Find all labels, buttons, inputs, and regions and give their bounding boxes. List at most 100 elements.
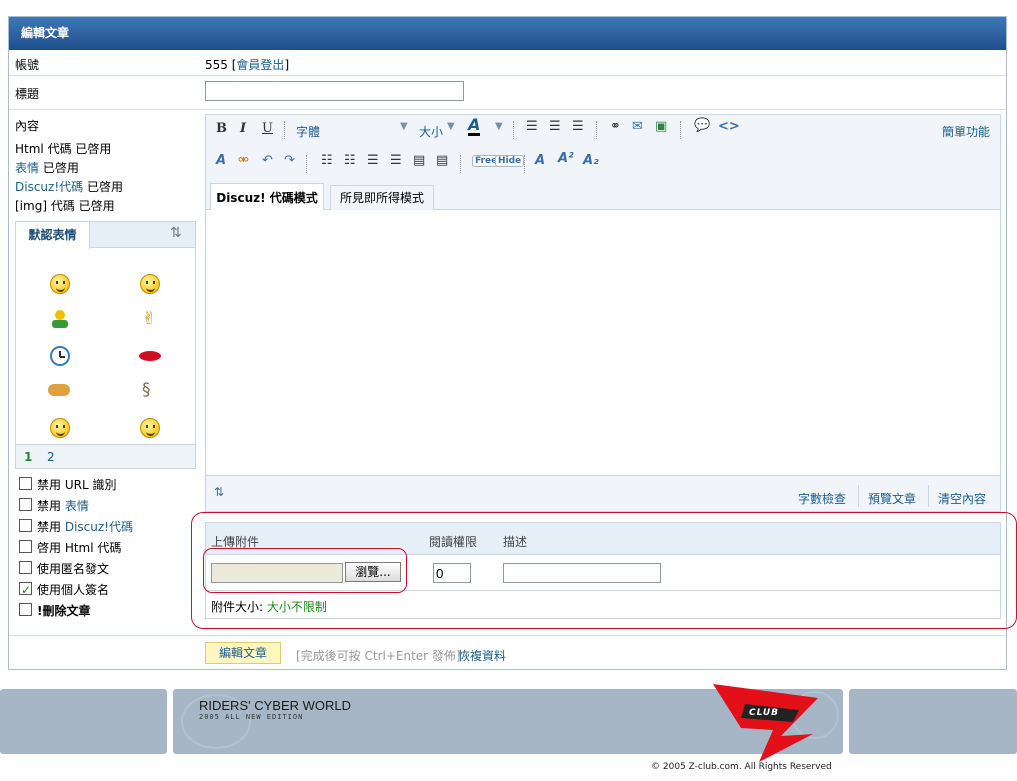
option-disable-smilies[interactable]: 禁用 表情	[19, 496, 133, 517]
checkbox[interactable]	[19, 477, 32, 490]
laugh-icon[interactable]	[140, 418, 160, 438]
victory-hand-icon[interactable]: ✌	[142, 309, 156, 329]
ordered-list-icon[interactable]: ☷	[321, 153, 333, 168]
option-enable-html[interactable]: 啓用 Html 代碼	[19, 538, 133, 559]
option-signature[interactable]: 使用個人簽名	[19, 580, 133, 601]
option-text: URL 識別	[61, 478, 117, 492]
remove-format-icon[interactable]: A	[216, 153, 226, 168]
person-icon[interactable]	[50, 310, 70, 330]
divider	[9, 635, 1006, 636]
logout-link[interactable]: 會員登出	[236, 58, 284, 72]
option-anonymous[interactable]: 使用匿名發文	[19, 559, 133, 580]
grin-icon[interactable]	[140, 274, 160, 294]
status-name-link[interactable]: Discuz!代碼	[15, 180, 83, 194]
checkbox[interactable]	[19, 519, 32, 532]
text-color-icon[interactable]: A	[468, 117, 481, 136]
hide-button[interactable]: Hide	[495, 155, 525, 167]
preview-link[interactable]: 預覽文章	[868, 490, 916, 507]
chevron-down-icon[interactable]: ▼	[495, 121, 503, 132]
separator	[596, 121, 597, 139]
image-icon[interactable]: ▣	[655, 119, 667, 134]
quote-icon[interactable]: 💬	[694, 118, 710, 133]
panel-title: 編輯文章	[9, 17, 1006, 50]
zclub-logo-graphic	[713, 684, 818, 762]
float-left-icon[interactable]: ▤	[413, 153, 425, 168]
status-name-link[interactable]: 表情	[15, 161, 39, 175]
simple-mode-link[interactable]: 簡單功能	[942, 123, 990, 140]
size-select[interactable]: 大小	[419, 123, 443, 140]
divider	[9, 109, 1006, 110]
code-icon[interactable]: <>	[718, 119, 740, 134]
link-icon[interactable]: ⚭	[610, 119, 621, 134]
page-current[interactable]: 1	[24, 450, 32, 464]
redo-icon[interactable]: ↷	[284, 153, 295, 168]
align-center-icon[interactable]: ☰	[549, 119, 561, 134]
superscript-icon[interactable]: A²	[558, 151, 574, 166]
option-prefix: 禁用	[37, 520, 62, 534]
font-select[interactable]: 字體	[296, 123, 320, 140]
editor: B I U 字體 ▼ 大小 ▼ A ▼ ☰ ☰ ☰ ⚭ ✉ ▣ 💬 <> 簡單功…	[205, 114, 1001, 512]
submit-button[interactable]: 編輯文章	[205, 642, 281, 664]
checkbox[interactable]	[19, 561, 32, 574]
separator	[284, 121, 285, 139]
blush-icon[interactable]	[50, 418, 70, 438]
clear-content-link[interactable]: 清空內容	[938, 490, 986, 507]
clock-icon[interactable]	[50, 346, 70, 366]
bold-icon[interactable]: B	[216, 121, 227, 136]
status-state: 已啓用	[75, 142, 112, 156]
status-smilies: 表情 已啓用	[15, 159, 123, 178]
undo-icon[interactable]: ↶	[262, 153, 273, 168]
content-status-list: Html 代碼 已啓用 表情 已啓用 Discuz!代碼 已啓用 [img] 代…	[15, 140, 123, 216]
option-text: Html 代碼	[61, 541, 122, 555]
option-link[interactable]: 表情	[65, 499, 89, 513]
email-icon[interactable]: ✉	[632, 119, 643, 134]
checkbox[interactable]	[19, 498, 32, 511]
username: 555	[205, 58, 228, 72]
option-disable-url[interactable]: 禁用 URL 識別	[19, 475, 133, 496]
option-disable-discuz[interactable]: 禁用 Discuz!代碼	[19, 517, 133, 538]
indent-icon[interactable]: ☰	[390, 153, 402, 168]
title-input[interactable]	[205, 81, 464, 101]
option-link[interactable]: Discuz!代碼	[65, 520, 133, 534]
footer-right-block	[849, 689, 1017, 754]
separator	[858, 485, 859, 507]
float-right-icon[interactable]: ▤	[436, 153, 448, 168]
resize-icon[interactable]: ⇅	[214, 485, 224, 499]
underline-icon[interactable]: U	[262, 121, 273, 136]
word-count-link[interactable]: 字數檢查	[798, 490, 846, 507]
subscript-icon[interactable]: A₂	[583, 153, 599, 168]
checkbox-checked[interactable]	[19, 580, 32, 601]
content-label: 內容	[15, 119, 40, 133]
handshake-icon[interactable]	[48, 384, 70, 396]
smile-icon[interactable]	[50, 274, 70, 294]
checkbox[interactable]	[19, 540, 32, 553]
page-link[interactable]: 2	[47, 450, 55, 464]
font-size-icon[interactable]: A	[535, 153, 545, 168]
footer-brand-title: RIDERS' CYBER WORLD	[199, 698, 352, 713]
option-prefix: 禁用	[37, 478, 62, 492]
content-textarea[interactable]	[206, 210, 1000, 476]
align-right-icon[interactable]: ☰	[572, 119, 584, 134]
italic-icon[interactable]: I	[240, 121, 246, 136]
option-delete-post[interactable]: !刪除文章	[19, 601, 133, 622]
status-img: [img] 代碼 已啓用	[15, 197, 123, 216]
outdent-icon[interactable]: ☰	[367, 153, 379, 168]
chevron-down-icon[interactable]: ▼	[447, 121, 455, 132]
tab-discuz-code-mode[interactable]: Discuz! 代碼模式	[210, 183, 324, 211]
unordered-list-icon[interactable]: ☷	[344, 153, 356, 168]
account-info: 555 [會員登出]	[205, 56, 289, 73]
option-prefix: 啓用	[37, 541, 62, 555]
smilies-tab[interactable]: 默認表情	[16, 222, 90, 249]
snail-icon[interactable]: §	[142, 380, 151, 400]
copyright: © 2005 Z-club.com. All Rights Reserved	[651, 762, 832, 772]
lips-icon[interactable]	[139, 351, 161, 361]
checkbox[interactable]	[19, 603, 32, 616]
tab-wysiwyg-mode[interactable]: 所見即所得模式	[330, 185, 434, 210]
unlink-icon[interactable]: ⚮	[238, 153, 249, 168]
bracket-close: ]	[284, 58, 290, 72]
align-left-icon[interactable]: ☰	[526, 119, 538, 134]
chevron-down-icon[interactable]: ▼	[400, 121, 408, 132]
restore-link[interactable]: 恢複資料	[458, 647, 506, 664]
expand-icon[interactable]: ⇅	[170, 225, 182, 241]
account-label: 帳號	[15, 58, 40, 72]
